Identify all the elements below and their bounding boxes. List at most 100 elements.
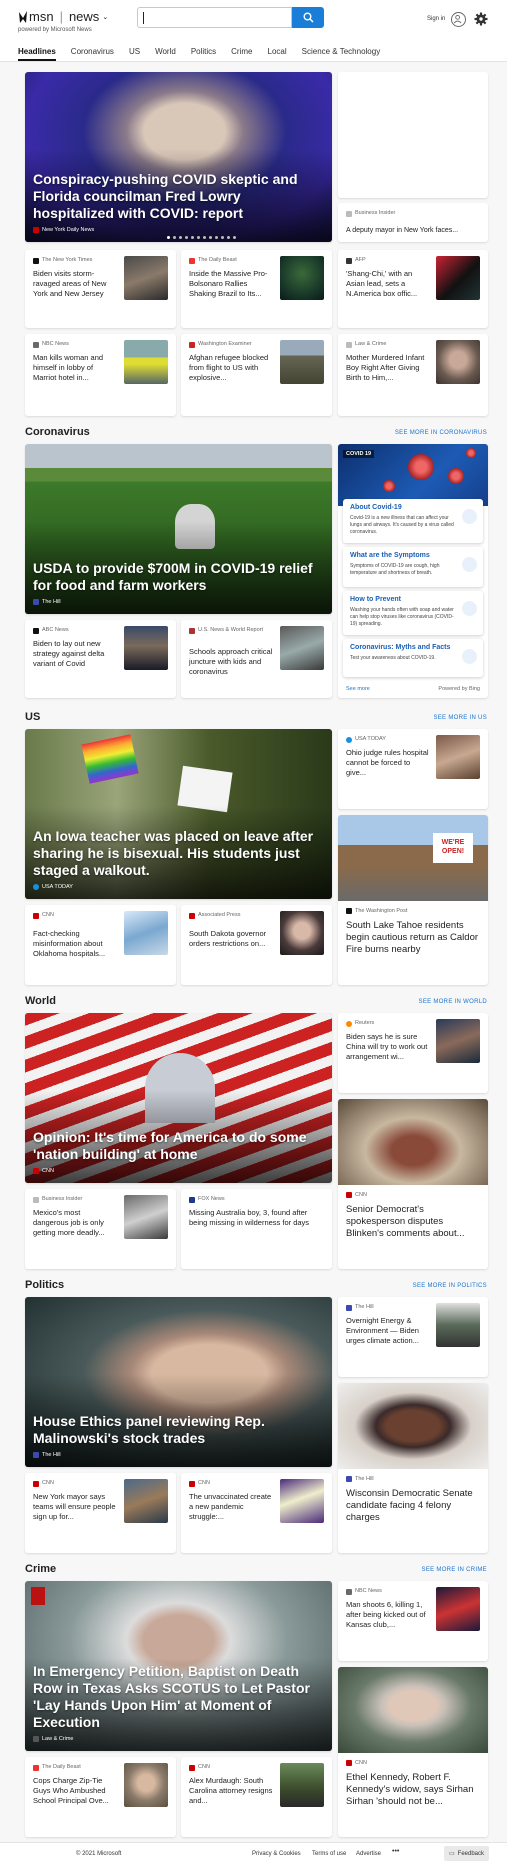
source-logo-icon (33, 1736, 39, 1742)
open-sign-image: WE'RE OPEN! (433, 833, 473, 863)
world-side-card[interactable]: Reuters Biden says he is sure China will… (338, 1013, 488, 1093)
msn-butterfly-icon (19, 10, 27, 23)
page-footer: © 2021 Microsoft Privacy & Cookies Terms… (0, 1842, 507, 1862)
nav-politics[interactable]: Politics (191, 47, 216, 61)
hero-source: USA TODAY (33, 884, 73, 890)
nav-science-technology[interactable]: Science & Technology (302, 47, 381, 61)
nav-crime[interactable]: Crime (231, 47, 252, 61)
hero-title: Opinion: It's time for America to do som… (33, 1129, 307, 1162)
powered-by-bing: Powered by Bing (438, 686, 480, 692)
news-card[interactable]: U.S. News & World Report Schools approac… (181, 620, 332, 698)
gear-icon[interactable] (474, 12, 488, 26)
source-logo-icon (189, 257, 195, 264)
covid-info-panel: COVID 19 About Covid-19 Covid-19 is a new… (338, 444, 488, 698)
see-more-coronavirus[interactable]: SEE MORE IN CORONAVIRUS (395, 430, 487, 436)
user-avatar-icon[interactable] (451, 12, 466, 27)
source-logo-icon (33, 1452, 39, 1458)
crime-tall-card[interactable]: CNN Ethel Kennedy, Robert F. Kennedy's w… (338, 1667, 488, 1837)
source-logo-icon (33, 912, 39, 919)
us-tall-card[interactable]: WE'RE OPEN! The Washington Post South La… (338, 815, 488, 985)
tip-myths-facts[interactable]: Coronavirus: Myths and Facts Test your aw… (343, 639, 483, 677)
coronavirus-hero-card[interactable]: USDA to provide $700M in COVID-19 relief… (25, 444, 332, 614)
news-card[interactable]: ABC News Biden to lay out new strategy a… (25, 620, 176, 698)
source-logo-icon (346, 1192, 352, 1198)
crime-side-card[interactable]: NBC News Man shoots 6, killing 1, after … (338, 1581, 488, 1661)
news-card[interactable]: Law & Crime Mother Murdered Infant Boy R… (338, 334, 488, 416)
story-thumbnail (280, 256, 324, 300)
politics-tall-card[interactable]: The Hill Wisconsin Democratic Senate can… (338, 1383, 488, 1553)
source-logo-icon (33, 599, 39, 605)
politics-side-card[interactable]: The Hill Overnight Energy & Environment … (338, 1297, 488, 1377)
more-options-icon[interactable]: ••• (392, 1848, 399, 1855)
top-side-card[interactable]: Business Insider A deputy mayor in New Y… (338, 203, 488, 242)
world-tall-card[interactable]: CNN Senior Democrat's spokesperson dispu… (338, 1099, 488, 1269)
info-icon (462, 509, 477, 524)
top-hero-card[interactable]: Conspiracy-pushing COVID skeptic and Flo… (25, 72, 332, 242)
hero-source: New York Daily News (33, 227, 94, 233)
news-card[interactable]: CNN New York mayor says teams will ensur… (25, 1473, 176, 1553)
hero-title: House Ethics panel reviewing Rep. Malino… (33, 1413, 265, 1446)
footer-link-privacy[interactable]: Privacy & Cookies (252, 1851, 301, 1857)
story-thumbnail (124, 1763, 168, 1807)
source-logo-icon (189, 1764, 195, 1771)
story-thumbnail (436, 340, 480, 384)
ad-slot (338, 72, 488, 198)
news-card[interactable]: The Daily Beast Cops Charge Zip-Tie Guys… (25, 1757, 176, 1837)
see-more-crime[interactable]: SEE MORE IN CRIME (422, 1567, 487, 1573)
tip-symptoms[interactable]: What are the Symptoms Symptoms of COVID-1… (343, 547, 483, 587)
section-heading-politics: Politics (25, 1279, 65, 1291)
news-card[interactable]: The New York Times Biden visits storm-ra… (25, 250, 176, 328)
see-more-politics[interactable]: SEE MORE IN POLITICS (413, 1283, 487, 1289)
feedback-button[interactable]: ▭ Feedback (444, 1846, 489, 1861)
source-logo-icon (346, 341, 352, 348)
carousel-dots[interactable] (167, 236, 236, 239)
nav-world[interactable]: World (155, 47, 176, 61)
news-card[interactable]: NBC News Man kills woman and himself in … (25, 334, 176, 416)
nav-us[interactable]: US (129, 47, 140, 61)
source-logo-icon (33, 1196, 39, 1203)
source-logo-icon (346, 1760, 352, 1766)
world-hero-card[interactable]: Opinion: It's time for America to do som… (25, 1013, 332, 1183)
news-card[interactable]: FOX News Missing Australia boy, 3, found… (181, 1189, 332, 1269)
news-card[interactable]: Business Insider Mexico's most dangerous… (25, 1189, 176, 1269)
story-thumbnail (124, 1195, 168, 1239)
brand-divider: | (59, 9, 63, 24)
source-logo-icon (33, 227, 39, 233)
hand-wash-icon (462, 601, 477, 616)
news-card[interactable]: CNN The unvaccinated create a new pandem… (181, 1473, 332, 1553)
covid-see-more[interactable]: See more (346, 686, 370, 692)
section-name[interactable]: news (69, 9, 99, 24)
news-card[interactable]: CNN Fact-checking misinformation about O… (25, 905, 176, 985)
msn-logo[interactable]: msn | news ⌄ (18, 9, 108, 24)
chevron-down-icon[interactable]: ⌄ (102, 13, 108, 21)
news-card[interactable]: Washington Examiner Afghan refugee block… (181, 334, 332, 416)
news-card[interactable]: The Daily Beast Inside the Massive Pro-B… (181, 250, 332, 328)
crime-hero-card[interactable]: In Emergency Petition, Baptist on Death … (25, 1581, 332, 1751)
hero-title: USDA to provide $700M in COVID-19 relief… (33, 560, 313, 593)
see-more-us[interactable]: SEE MORE IN US (433, 715, 487, 721)
search-input[interactable] (137, 7, 292, 28)
source-logo-icon (189, 1480, 195, 1487)
story-image (338, 1099, 488, 1185)
nav-local[interactable]: Local (268, 47, 287, 61)
news-card[interactable]: CNN Alex Murdaugh: South Carolina attorn… (181, 1757, 332, 1837)
footer-link-terms[interactable]: Terms of use (312, 1851, 346, 1857)
see-more-world[interactable]: SEE MORE IN WORLD (419, 999, 487, 1005)
story-thumbnail (436, 256, 480, 300)
politics-hero-card[interactable]: House Ethics panel reviewing Rep. Malino… (25, 1297, 332, 1467)
tip-about-covid[interactable]: About Covid-19 Covid-19 is a new illness … (343, 499, 483, 543)
nav-coronavirus[interactable]: Coronavirus (71, 47, 114, 61)
category-nav: Headlines Coronavirus US World Politics … (18, 47, 380, 61)
news-card[interactable]: AFP 'Shang-Chi,' with an Asian lead, set… (338, 250, 488, 328)
news-card[interactable]: Associated Press South Dakota governor o… (181, 905, 332, 985)
sign-in-link[interactable]: Sign in (427, 16, 445, 22)
us-side-card[interactable]: USA TODAY Ohio judge rules hospital cann… (338, 729, 488, 809)
us-hero-card[interactable]: An Iowa teacher was placed on leave afte… (25, 729, 332, 899)
search-button[interactable] (292, 7, 324, 28)
quiz-icon (462, 649, 477, 664)
nav-headlines[interactable]: Headlines (18, 47, 56, 61)
powered-by: powered by Microsoft News (18, 27, 92, 33)
footer-link-advertise[interactable]: Advertise (356, 1851, 381, 1857)
tip-prevent[interactable]: How to Prevent Washing your hands often w… (343, 591, 483, 635)
story-thumbnail (280, 1763, 324, 1807)
